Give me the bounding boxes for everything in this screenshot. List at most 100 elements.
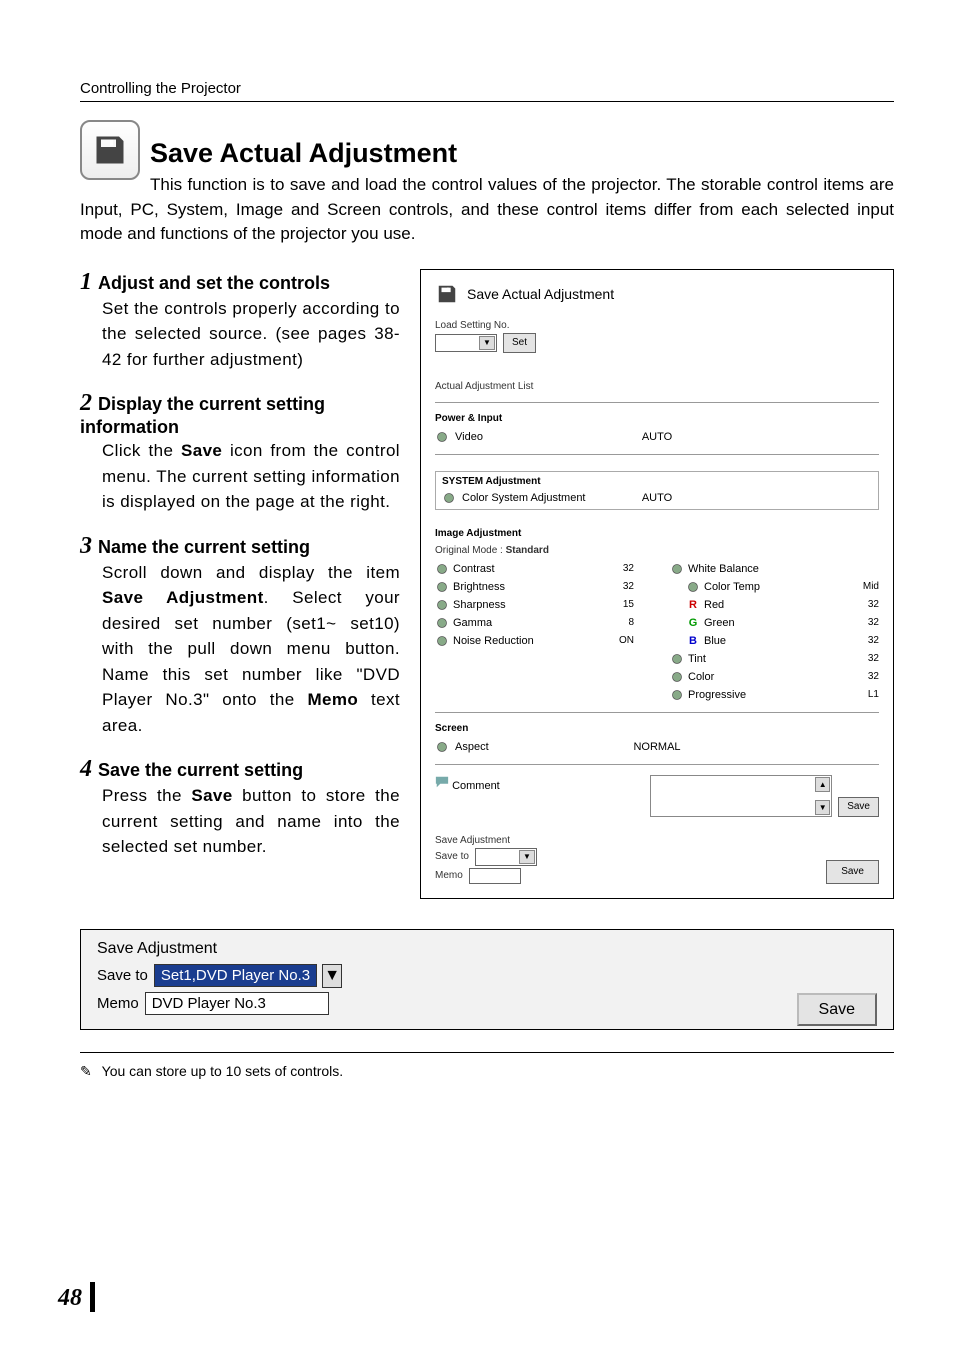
row-label: Aspect — [455, 741, 489, 753]
top-rule — [80, 101, 894, 102]
screenshot-title: Save Actual Adjustment — [467, 286, 614, 302]
zoom-save-to-select[interactable]: Set1,DVD Player No.3 — [154, 964, 317, 987]
save-to-label: Save to — [435, 851, 469, 862]
row-value: ON — [614, 635, 654, 646]
original-mode-value: Standard — [506, 545, 549, 556]
power-input-heading: Power & Input — [435, 413, 879, 424]
zoom-heading: Save Adjustment — [97, 940, 342, 958]
step-number: 1 — [80, 269, 92, 295]
list-item: Sharpness — [435, 598, 608, 612]
r-icon: R — [686, 598, 700, 612]
memo-input[interactable] — [469, 868, 521, 884]
step-body: Click the Save icon from the control men… — [80, 438, 400, 515]
list-item: BBlue — [660, 634, 833, 648]
b-icon: B — [686, 634, 700, 648]
step-heading: Adjust and set the controls — [98, 273, 330, 293]
brightness-icon — [435, 580, 449, 594]
colortemp-icon — [686, 580, 700, 594]
memo-label: Memo — [435, 870, 463, 881]
zoom-memo-input[interactable]: DVD Player No.3 — [145, 992, 329, 1015]
row-value: AUTO — [642, 492, 672, 504]
list-item: White Balance — [660, 562, 833, 576]
row-label: Contrast — [453, 563, 495, 575]
row-value: 32 — [839, 671, 879, 682]
row-value: 32 — [839, 635, 879, 646]
row-label: Color — [688, 671, 714, 683]
list-item: Noise Reduction — [435, 634, 608, 648]
list-item: Contrast — [435, 562, 608, 576]
step-heading: Name the current setting — [98, 537, 310, 557]
row-value: 15 — [614, 599, 654, 610]
step-body: Set the controls properly according to t… — [80, 296, 400, 373]
row-label: Brightness — [453, 581, 505, 593]
save-icon — [80, 120, 140, 180]
row-value: Mid — [839, 581, 879, 592]
page-number: 48 — [58, 1285, 82, 1312]
step: 1 Adjust and set the controls Set the cont… — [80, 269, 400, 373]
row-label: Red — [704, 599, 724, 611]
load-setting-label: Load Setting No. — [435, 320, 879, 331]
zoom-save-button[interactable]: Save — [797, 993, 877, 1026]
list-item: Aspect NORMAL — [435, 740, 879, 754]
step-number: 2 — [80, 390, 92, 416]
wb-icon — [670, 562, 684, 576]
color-icon — [670, 670, 684, 684]
comment-save-button[interactable]: Save — [838, 797, 879, 817]
row-value: L1 — [839, 689, 879, 700]
row-value: 32 — [839, 599, 879, 610]
step: 2Display the current setting information… — [80, 390, 400, 515]
save-adjustment-heading: Save Adjustment — [435, 835, 879, 846]
step-heading: Save the current setting — [98, 760, 303, 780]
step-heading: Display the current setting information — [80, 394, 325, 437]
comment-textarea[interactable]: ▲ ▼ — [650, 775, 832, 817]
screenshot-zoom: Save Adjustment Save to Set1,DVD Player … — [80, 929, 894, 1030]
page-title: Save Actual Adjustment — [80, 138, 894, 169]
step: 3Name the current settingScroll down and… — [80, 533, 400, 739]
chevron-down-icon: ▼ — [479, 336, 495, 350]
step-number: 4 — [80, 756, 92, 782]
screen-heading: Screen — [435, 723, 879, 734]
contrast-icon — [435, 562, 449, 576]
list-item: VideoAUTO — [435, 430, 879, 444]
noise-icon — [435, 634, 449, 648]
zoom-memo-label: Memo — [97, 995, 139, 1012]
row-value: NORMAL — [633, 741, 680, 753]
sharpness-icon — [435, 598, 449, 612]
step: 4 Save the current setting Press the Save … — [80, 756, 400, 860]
row-label: White Balance — [688, 563, 759, 575]
lead-paragraph: This function is to save and load the co… — [80, 173, 894, 247]
save-button[interactable]: Save — [826, 860, 879, 884]
chevron-down-icon: ▼ — [519, 850, 535, 864]
step-body: Press the Save button to store the curre… — [80, 783, 400, 860]
tint-icon — [670, 652, 684, 666]
chevron-down-icon[interactable]: ▼ — [322, 964, 342, 988]
load-setting-select[interactable]: ▼ — [435, 334, 497, 352]
list-item: R Red — [660, 598, 833, 612]
gamma-icon — [435, 616, 449, 630]
list-item: Progressive — [660, 688, 833, 702]
comment-icon — [435, 775, 449, 789]
scroll-up-icon[interactable]: ▲ — [815, 777, 830, 792]
row-label: Tint — [688, 653, 706, 665]
image-adj-heading: Image Adjustment — [435, 528, 879, 539]
actual-adjustment-list-label: Actual Adjustment List — [435, 381, 879, 392]
footnote-text: You can store up to 10 sets of controls. — [102, 1063, 344, 1079]
row-value: 32 — [839, 617, 879, 628]
list-item: Color System Adjustment AUTO — [442, 491, 872, 505]
steps-column: 1 Adjust and set the controls Set the cont… — [80, 269, 400, 899]
list-item: Color Temp — [660, 580, 833, 594]
row-label: Color System Adjustment — [462, 492, 586, 504]
progressive-icon — [670, 688, 684, 702]
set-button[interactable]: Set — [503, 333, 536, 353]
page-number-rule — [90, 1282, 95, 1312]
row-value: AUTO — [642, 431, 672, 443]
row-label: Green — [704, 617, 735, 629]
row-value: 32 — [839, 653, 879, 664]
row-value: 32 — [614, 581, 654, 592]
note-icon: ✎ — [80, 1063, 94, 1080]
color-system-icon — [442, 491, 456, 505]
save-to-select[interactable]: ▼ — [475, 848, 537, 866]
scroll-down-icon[interactable]: ▼ — [815, 800, 830, 815]
row-label: Sharpness — [453, 599, 506, 611]
list-item: Tint — [660, 652, 833, 666]
